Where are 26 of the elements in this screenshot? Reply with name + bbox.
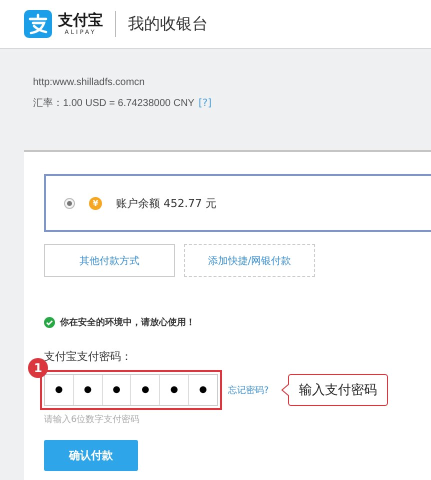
security-note: 你在安全的环境中，请放心使用！ [60, 316, 195, 329]
password-digit: ● [54, 384, 64, 397]
password-digit: ● [102, 375, 130, 405]
add-payment-button[interactable]: 添加快捷/网银付款 [184, 244, 315, 277]
password-digit: ● [159, 375, 188, 405]
brand-name: 支付宝 [58, 12, 103, 28]
page-title: 我的收银台 [128, 14, 208, 34]
payment-option[interactable]: ¥ 账户余额 452.77 元 [44, 174, 431, 232]
check-icon [44, 317, 55, 328]
callout-pointer [280, 384, 289, 396]
forgot-password-link[interactable]: 忘记密码? [228, 384, 269, 396]
alipay-logo-icon [24, 10, 52, 38]
confirm-button[interactable]: 确认付款 [44, 440, 138, 471]
exchange-rate: 汇率：1.00 USD = 6.74238000 CNY [33, 98, 194, 109]
password-field[interactable]: ● ● ● ● ● ● [44, 374, 218, 406]
coin-icon: ¥ [89, 196, 102, 210]
password-digit: ● [72, 375, 102, 405]
other-payment-button[interactable]: 其他付款方式 [44, 244, 175, 277]
callout: 输入支付密码 [288, 374, 388, 406]
option-label: 账户余额 452.77 元 [116, 196, 216, 210]
password-digit: ● [130, 375, 160, 405]
password-digit: ● [188, 375, 217, 405]
password-hint: 请输入6位数字支付密码 [44, 414, 141, 426]
radio-button[interactable] [64, 198, 75, 208]
help-link[interactable]: [?] [198, 98, 212, 109]
merchant-url: http:www.shilladfs.comcn [33, 77, 146, 88]
